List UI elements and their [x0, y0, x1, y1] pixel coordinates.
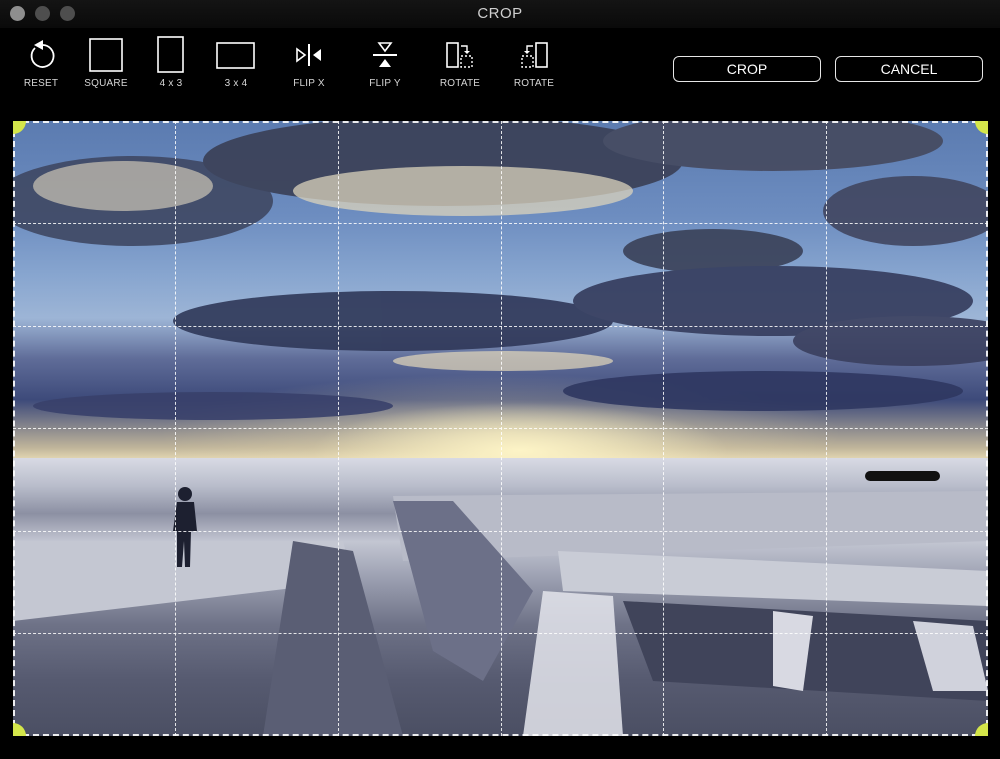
flip-x-tool-button[interactable]: FLIP X — [274, 36, 344, 94]
ratio-4x3-tool-button[interactable]: 4 x 3 — [136, 36, 206, 94]
ratio-3x4-label: 3 x 4 — [224, 78, 248, 89]
window-title: CROP — [477, 5, 523, 22]
square-tool-button[interactable]: SQUARE — [71, 36, 141, 94]
rotate-left-tool-button[interactable]: ROTATE — [499, 36, 569, 94]
ratio-3x4-tool-button[interactable]: 3 x 4 — [201, 36, 271, 94]
rotate-right-tool-button[interactable]: ROTATE — [425, 36, 495, 94]
ratio-4x3-label: 4 x 3 — [159, 78, 183, 89]
square-label: SQUARE — [84, 78, 128, 89]
flip-y-label: FLIP Y — [369, 78, 401, 89]
rotate-right-icon — [425, 36, 495, 74]
rotate-left-icon — [499, 36, 569, 74]
rotate-right-label: ROTATE — [439, 78, 481, 89]
rotate-left-label: ROTATE — [513, 78, 555, 89]
title-bar: CROP — [0, 0, 1000, 28]
flip-vertical-icon — [350, 36, 420, 74]
cancel-button[interactable]: CANCEL — [835, 56, 983, 82]
grid-line-horizontal — [13, 633, 988, 634]
reset-label: RESET — [23, 78, 59, 89]
grid-line-horizontal — [13, 326, 988, 327]
portrait-ratio-icon — [136, 36, 206, 74]
grid-line-horizontal — [13, 531, 988, 532]
flip-horizontal-icon — [274, 36, 344, 74]
reset-icon — [6, 36, 76, 74]
flip-x-label: FLIP X — [293, 78, 325, 89]
square-ratio-icon — [71, 36, 141, 74]
crop-button[interactable]: CROP — [673, 56, 821, 82]
crop-canvas[interactable] — [13, 121, 988, 736]
grid-line-horizontal — [13, 223, 988, 224]
grid-line-horizontal — [13, 428, 988, 429]
reset-tool-button[interactable]: RESET — [6, 36, 76, 94]
flip-y-tool-button[interactable]: FLIP Y — [350, 36, 420, 94]
landscape-ratio-icon — [201, 36, 271, 74]
